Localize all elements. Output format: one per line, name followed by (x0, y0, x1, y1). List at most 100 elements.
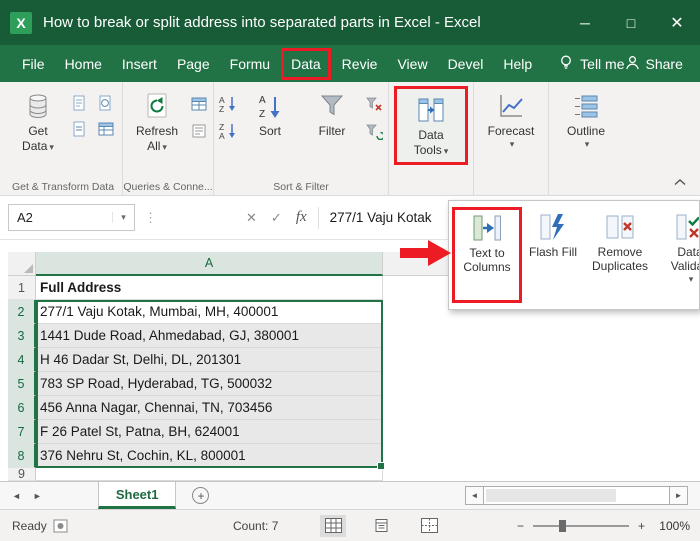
group-get-transform-data: Get Data ▾ Get & Transform Data (4, 82, 123, 195)
new-query-icon[interactable] (71, 94, 89, 112)
zoom-in-button[interactable]: + (638, 519, 645, 533)
tab-formulas[interactable]: Formu (220, 47, 280, 81)
flash-fill-button[interactable]: Flash Fill (522, 207, 584, 303)
tab-help[interactable]: Help (493, 47, 542, 81)
filter-button[interactable]: Filter (303, 86, 361, 139)
existing-connections-icon[interactable] (71, 120, 89, 138)
insert-function-icon[interactable]: fx (296, 209, 307, 226)
tab-view[interactable]: View (387, 47, 437, 81)
status-bar: Ready Count: 7 − + 100% (0, 509, 700, 541)
enter-entry-icon[interactable]: ✓ (271, 210, 282, 226)
sort-az-icon[interactable]: AZ (219, 95, 237, 113)
remove-duplicates-button[interactable]: Remove Duplicates (584, 207, 656, 303)
select-all-corner[interactable] (8, 252, 36, 276)
tab-developer[interactable]: Devel (438, 47, 494, 81)
name-box-caret-icon[interactable]: ▾ (112, 212, 134, 223)
sort-button[interactable]: AZ Sort (241, 86, 299, 139)
row-header-1[interactable]: 1 (8, 276, 36, 300)
tell-me-box[interactable]: Tell me (558, 54, 625, 73)
forecast-button[interactable]: Forecast ▾ (479, 86, 543, 150)
sheet-nav-right-icon[interactable]: ► (33, 491, 42, 501)
tab-file[interactable]: File (12, 47, 55, 81)
cell-a3[interactable]: 1441 Dude Road, Ahmedabad, GJ, 380001 (36, 324, 383, 348)
recent-sources-icon[interactable] (97, 94, 115, 112)
share-button[interactable]: Share (625, 55, 683, 73)
row-header-3[interactable]: 3 (8, 324, 36, 348)
horizontal-scrollbar[interactable]: ◄ ► (465, 486, 688, 505)
column-header-a[interactable]: A (36, 252, 383, 276)
reapply-filter-icon[interactable] (365, 122, 383, 140)
maximize-button[interactable]: □ (608, 0, 654, 45)
close-button[interactable]: ✕ (654, 0, 700, 45)
page-layout-view-icon[interactable] (368, 515, 394, 537)
tab-data[interactable]: Data (281, 47, 331, 80)
cell-a1[interactable]: Full Address (36, 276, 383, 300)
cell-a7[interactable]: F 26 Patel St, Patna, BH, 624001 (36, 420, 383, 444)
group-label-queries: Queries & Conne... (123, 181, 213, 193)
row-header-6[interactable]: 6 (8, 396, 36, 420)
status-count[interactable]: Count: 7 (233, 519, 278, 533)
page-break-view-icon[interactable] (416, 515, 442, 537)
scrollbar-thumb[interactable] (486, 489, 616, 502)
row-header-8[interactable]: 8 (8, 444, 36, 468)
get-data-button[interactable]: Get Data ▾ (9, 86, 67, 154)
row-header-9[interactable]: 9 (8, 468, 36, 481)
row-header-5[interactable]: 5 (8, 372, 36, 396)
cell-a9[interactable] (36, 468, 383, 481)
collapse-ribbon-button[interactable] (672, 176, 688, 188)
zoom-slider[interactable] (532, 519, 629, 532)
refresh-all-label-1: Refresh (135, 124, 179, 138)
cell-a2[interactable]: 277/1 Vaju Kotak, Mumbai, MH, 400001 (36, 300, 383, 324)
row-header-4[interactable]: 4 (8, 348, 36, 372)
cell-b7[interactable] (383, 420, 700, 444)
text-to-columns-button[interactable]: Text to Columns (452, 207, 522, 303)
cell-b4[interactable] (383, 348, 700, 372)
macro-record-icon[interactable] (50, 517, 70, 535)
group-data-tools: Data Tools ▾ (389, 82, 474, 195)
name-box[interactable]: A2 ▾ (8, 204, 135, 231)
cell-a5[interactable]: 783 SP Road, Hyderabad, TG, 500032 (36, 372, 383, 396)
data-tools-button[interactable]: Data Tools ▾ (394, 86, 468, 165)
tab-review[interactable]: Revie (332, 47, 388, 81)
dropdown-caret-icon: ▾ (49, 142, 54, 152)
queries-connections-icon[interactable] (190, 95, 208, 113)
cell-b8[interactable] (383, 444, 700, 468)
row-header-7[interactable]: 7 (8, 420, 36, 444)
minimize-button[interactable]: ─ (562, 0, 608, 45)
properties-icon[interactable] (190, 122, 208, 140)
cancel-entry-icon[interactable]: ✕ (246, 210, 257, 226)
dropdown-caret-icon: ▾ (509, 139, 515, 149)
cell-a6[interactable]: 456 Anna Nagar, Chennai, TN, 703456 (36, 396, 383, 420)
tab-page-layout[interactable]: Page (167, 47, 220, 81)
normal-view-icon[interactable] (320, 514, 346, 537)
zoom-slider-thumb[interactable] (558, 519, 566, 532)
cell-b3[interactable] (383, 324, 700, 348)
cell-b5[interactable] (383, 372, 700, 396)
scrollbar-track[interactable] (484, 486, 669, 505)
refresh-all-button[interactable]: Refresh All ▾ (128, 86, 186, 154)
database-icon (25, 90, 51, 122)
cell-a8[interactable]: 376 Nehru St, Cochin, KL, 800001 (36, 444, 383, 468)
clear-filter-icon[interactable] (365, 95, 383, 113)
scroll-right-icon[interactable]: ► (669, 486, 688, 505)
zoom-level[interactable]: 100% (654, 519, 690, 533)
cell-b6[interactable] (383, 396, 700, 420)
scroll-left-icon[interactable]: ◄ (465, 486, 484, 505)
grid-row-7: 7 F 26 Patel St, Patna, BH, 624001 (8, 420, 700, 444)
cell-a4[interactable]: H 46 Dadar St, Delhi, DL, 201301 (36, 348, 383, 372)
tab-insert[interactable]: Insert (112, 47, 167, 81)
zoom-out-button[interactable]: − (517, 519, 524, 533)
row-header-2[interactable]: 2 (8, 300, 36, 324)
from-table-icon[interactable] (97, 120, 115, 138)
data-validation-button[interactable]: Data Validati ▾ (656, 207, 699, 303)
sheet-tab-sheet1[interactable]: Sheet1 (97, 482, 177, 509)
formula-content[interactable]: 277/1 Vaju Kotak (330, 210, 432, 225)
tab-home[interactable]: Home (55, 47, 112, 81)
sort-za-icon[interactable]: ZA (219, 122, 237, 140)
outline-label: Outline (566, 124, 606, 138)
get-data-label-2: Data (22, 139, 48, 153)
sheet-nav-left-icon[interactable]: ◄ (12, 491, 21, 501)
outline-button[interactable]: Outline ▾ (554, 86, 618, 150)
cell-b9[interactable] (383, 468, 700, 481)
new-sheet-button[interactable]: + (192, 487, 210, 504)
